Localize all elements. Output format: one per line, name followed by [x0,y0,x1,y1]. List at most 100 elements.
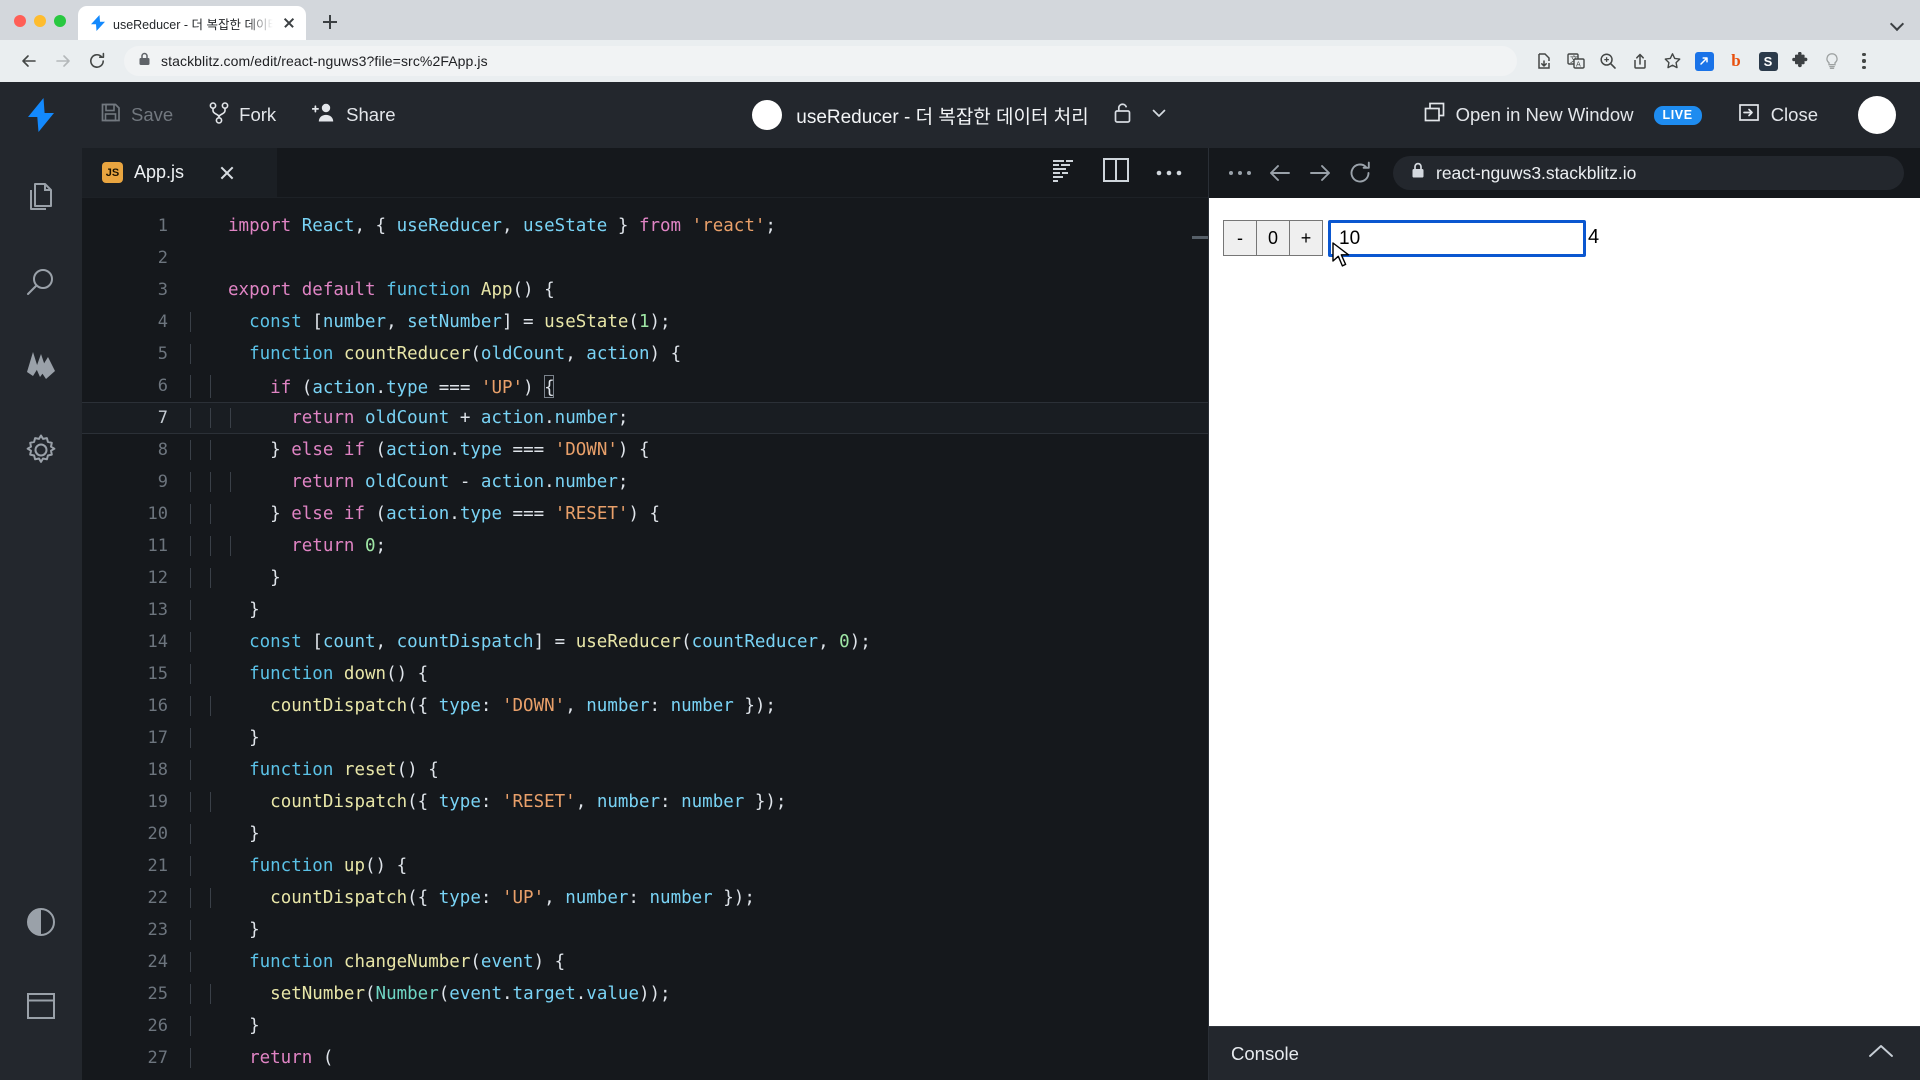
lightbulb-icon[interactable] [1817,46,1847,76]
maximize-window-button[interactable] [54,15,66,27]
extension-s-icon[interactable]: S [1753,46,1783,76]
code-line[interactable]: 14 const [count, countDispatch] = useRed… [82,626,1208,658]
address-bar[interactable]: stackblitz.com/edit/react-nguws3?file=sr… [124,46,1517,76]
chevron-down-icon[interactable] [1890,16,1904,30]
code-line[interactable]: 22 countDispatch({ type: 'UP', number: n… [82,882,1208,914]
fork-button[interactable]: Fork [191,82,294,148]
increment-button[interactable]: + [1289,220,1323,256]
code-line[interactable]: 23 } [82,914,1208,946]
search-icon[interactable] [13,254,69,310]
code-token: 'UP' [480,377,524,398]
preview-viewport[interactable]: - 0 + 10 4 [1209,198,1920,1026]
open-in-new-window-button[interactable]: Open in New Window LIVE [1405,82,1720,148]
code-line[interactable]: 21 function up() { [82,850,1208,882]
code-line[interactable]: 1 import React, { useReducer, useState } … [82,210,1208,242]
format-code-icon[interactable] [1052,158,1076,187]
extension-expand-icon[interactable] [1689,46,1719,76]
more-icon[interactable] [1223,156,1257,190]
code-line[interactable]: 27 return ( [82,1042,1208,1074]
extensions-puzzle-icon[interactable] [1785,46,1815,76]
close-project-button[interactable]: Close [1720,82,1836,148]
code-line[interactable]: 6 if (action.type === 'UP') { [82,370,1208,402]
settings-gear-icon[interactable] [13,422,69,478]
close-icon[interactable] [217,163,237,183]
new-tab-button[interactable] [316,8,344,36]
save-button[interactable]: Save [82,82,191,148]
editor-scrollbar[interactable] [1192,236,1208,239]
count-display-button[interactable]: 0 [1256,220,1290,256]
chrome-menu-icon[interactable] [1849,46,1879,76]
files-icon[interactable] [13,170,69,226]
code-line[interactable]: 18 function reset() { [82,754,1208,786]
code-line[interactable]: 4 const [number, setNumber] = useState(1… [82,306,1208,338]
dependencies-icon[interactable] [13,338,69,394]
code-line[interactable]: 11 return 0; [82,530,1208,562]
forward-button[interactable] [48,46,78,76]
user-avatar[interactable] [1858,96,1896,134]
code-line[interactable]: 16 countDispatch({ type: 'DOWN', number:… [82,690,1208,722]
code-token: action [386,504,450,524]
more-options-icon[interactable] [1156,164,1182,182]
translate-icon[interactable]: 文A [1561,46,1591,76]
code-line[interactable]: 15 function down() { [82,658,1208,690]
project-title[interactable]: useReducer - 더 복잡한 데이터 처리 [796,102,1089,129]
close-window-button[interactable] [14,15,26,27]
decrement-button[interactable]: - [1223,220,1257,256]
chevron-up-icon[interactable] [1868,1043,1894,1064]
code-editor[interactable]: 1 import React, { useReducer, useState } … [82,198,1208,1080]
unlock-icon[interactable] [1113,101,1132,129]
number-input[interactable]: 10 [1328,220,1586,257]
layout-panel-icon[interactable] [13,978,69,1034]
code-line[interactable]: 9 return oldCount - action.number; [82,466,1208,498]
code-line[interactable]: 26 } [82,1010,1208,1042]
code-line-text: } else if (action.type === 'RESET') { [190,504,660,524]
bookmark-star-icon[interactable] [1657,46,1687,76]
code-line[interactable]: 10 } else if (action.type === 'RESET') { [82,498,1208,530]
back-button[interactable] [14,46,44,76]
code-line[interactable]: 13 } [82,594,1208,626]
reload-button[interactable] [82,46,112,76]
line-number: 5 [157,344,168,364]
code-line[interactable]: 7 return oldCount + action.number; [82,402,1208,434]
code-token: { [544,377,555,398]
stackblitz-bolt-logo[interactable] [0,98,82,132]
split-pane-icon[interactable] [1102,157,1130,188]
code-line-text: } else if (action.type === 'DOWN') { [190,440,650,460]
editor-tools [1052,148,1208,197]
file-tab-app-js[interactable]: JS App.js [82,148,277,197]
indent-guide [190,952,191,972]
code-line[interactable]: 17 } [82,722,1208,754]
zoom-icon[interactable] [1593,46,1623,76]
code-line[interactable]: 3 export default function App() { [82,274,1208,306]
code-line-text: if (action.type === 'UP') { [190,374,555,398]
chevron-down-icon[interactable] [1150,104,1168,127]
tab-list-menu[interactable] [1890,16,1920,40]
project-owner-avatar[interactable] [752,100,783,130]
code-token: countReducer [343,344,471,364]
share-icon[interactable] [1625,46,1655,76]
preview-reload-button[interactable] [1343,156,1377,190]
install-icon[interactable] [1529,46,1559,76]
code-line[interactable]: 12 } [82,562,1208,594]
code-line[interactable]: 5 function countReducer(oldCount, action… [82,338,1208,370]
share-button[interactable]: Share [294,82,413,148]
preview-forward-button[interactable] [1303,156,1337,190]
code-line[interactable]: 28 <div> [82,1074,1208,1080]
line-number: 6 [157,376,168,396]
preview-address-bar[interactable]: react-nguws3.stackblitz.io [1393,156,1904,190]
exit-icon [1738,102,1761,128]
code-line[interactable]: 2 [82,242,1208,274]
code-line[interactable]: 20 } [82,818,1208,850]
extension-b-icon[interactable]: b [1721,46,1751,76]
preview-back-button[interactable] [1263,156,1297,190]
code-line[interactable]: 25 setNumber(Number(event.target.value))… [82,978,1208,1010]
code-token: countDispatch [396,632,534,652]
console-bar[interactable]: Console [1209,1026,1920,1080]
code-line[interactable]: 8 } else if (action.type === 'DOWN') { [82,434,1208,466]
code-line[interactable]: 24 function changeNumber(event) { [82,946,1208,978]
code-line[interactable]: 19 countDispatch({ type: 'RESET', number… [82,786,1208,818]
theme-toggle-icon[interactable] [13,894,69,950]
minimize-window-button[interactable] [34,15,46,27]
browser-tab[interactable]: useReducer - 더 복잡한 데이터 처 [78,6,306,40]
close-icon[interactable] [280,14,298,32]
